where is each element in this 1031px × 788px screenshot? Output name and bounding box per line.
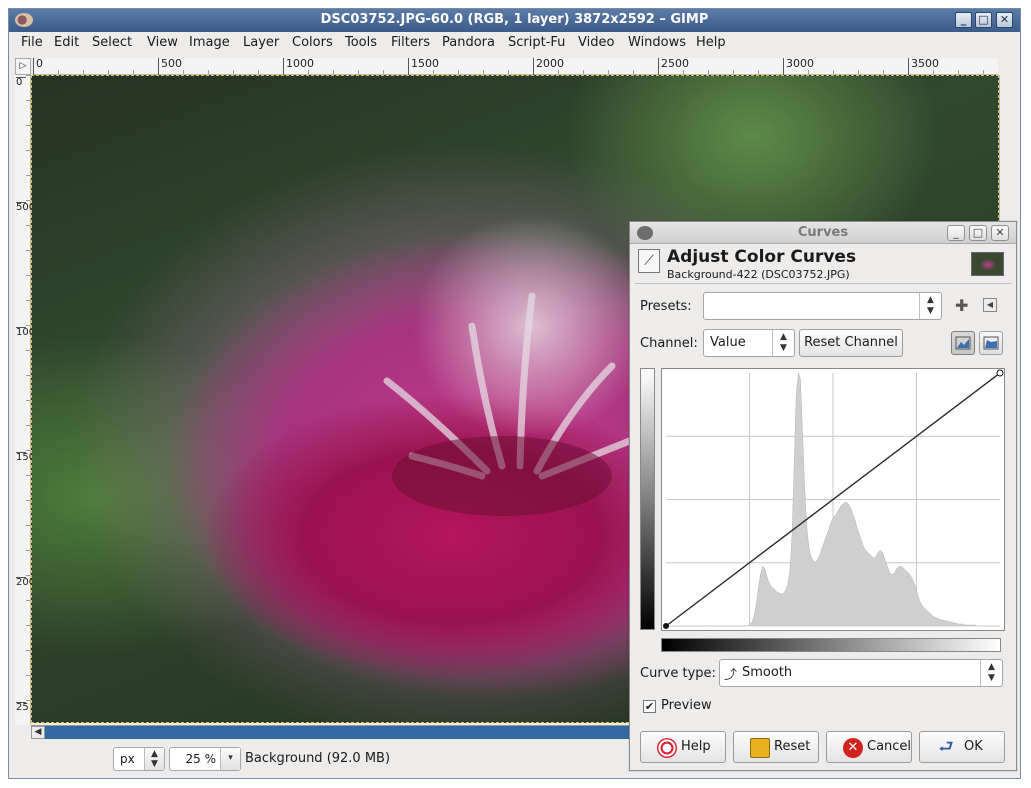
input-gradient-bar: [661, 638, 1001, 652]
menubar: File Edit Select View Image Layer Colors…: [9, 32, 1020, 54]
window-titlebar[interactable]: DSC03752.JPG-60.0 (RGB, 1 layer) 3872x25…: [9, 9, 1020, 32]
ok-icon: ⮐: [938, 737, 954, 757]
horizontal-ruler[interactable]: 0 500 1000 1500 2000 2500 3000 3500: [33, 58, 998, 75]
ruler-label: 1500: [408, 58, 439, 75]
menu-script-fu[interactable]: Script-Fu: [508, 35, 565, 50]
ruler-label: 2000: [533, 58, 564, 75]
dialog-close-button[interactable]: ✕: [991, 225, 1009, 241]
add-preset-icon[interactable]: ✚: [955, 296, 968, 315]
ruler-label: 500: [16, 202, 36, 213]
cancel-button-label: Cancel: [867, 739, 912, 754]
dialog-header-subtitle: Background-422 (DSC03752.JPG): [667, 268, 850, 281]
menu-select[interactable]: Select: [92, 35, 132, 50]
menu-video[interactable]: Video: [578, 35, 614, 50]
curve-type-label: Curve type:: [640, 666, 716, 681]
ruler-label: 3500: [908, 58, 939, 75]
menu-file[interactable]: File: [21, 35, 43, 50]
menu-layer[interactable]: Layer: [243, 35, 279, 50]
ok-button-label: OK: [964, 739, 983, 754]
reset-button[interactable]: Reset: [733, 731, 819, 763]
curve-point-start[interactable]: [663, 623, 669, 629]
ruler-label: 1500: [16, 452, 42, 463]
menu-image[interactable]: Image: [189, 35, 230, 50]
zoom-dropdown-icon[interactable]: ▾: [220, 748, 240, 770]
quick-mask-toggle-icon[interactable]: ▷: [15, 58, 31, 75]
reset-icon: [750, 738, 770, 758]
ruler-label: 0: [33, 58, 43, 75]
curve-type-combo[interactable]: ⤴ Smooth ▲ ▼: [719, 659, 1003, 687]
ruler-label: 1000: [283, 58, 314, 75]
unit-selector[interactable]: px ▲ ▼: [113, 747, 165, 771]
cancel-icon: ✕: [843, 738, 863, 758]
header-separator: [634, 283, 1012, 284]
channel-label: Channel:: [640, 336, 698, 351]
zoom-selector[interactable]: 25 % ▾: [169, 747, 241, 771]
zoom-value: 25 %: [185, 752, 217, 766]
presets-label: Presets:: [640, 299, 692, 314]
preview-checkbox[interactable]: ✔: [643, 700, 656, 713]
cancel-button[interactable]: ✕ Cancel: [826, 731, 912, 763]
ruler-label: 2500: [658, 58, 689, 75]
smooth-curve-icon: ⤴: [724, 668, 738, 683]
window-title: DSC03752.JPG-60.0 (RGB, 1 layer) 3872x25…: [320, 12, 709, 27]
vertical-ruler[interactable]: 0 500 1000 1500 2000 25: [15, 75, 42, 725]
curve-point-end[interactable]: [996, 369, 1004, 377]
scroll-left-icon[interactable]: ◀: [31, 726, 45, 739]
dialog-minimize-button[interactable]: _: [947, 225, 965, 241]
value-gradient-bar: [640, 368, 655, 630]
menu-help[interactable]: Help: [696, 35, 726, 50]
help-button-label: Help: [681, 739, 711, 754]
help-icon: [657, 738, 677, 758]
ruler-label: 25: [16, 702, 29, 713]
dialog-maximize-button[interactable]: □: [969, 225, 987, 241]
menu-edit[interactable]: Edit: [54, 35, 79, 50]
minimize-button[interactable]: _: [955, 12, 972, 28]
channel-combo[interactable]: Value ▲ ▼: [703, 329, 795, 357]
ruler-label: 500: [158, 58, 182, 75]
close-button[interactable]: ✕: [996, 12, 1013, 28]
menu-tools[interactable]: Tools: [345, 35, 377, 50]
menu-pandora[interactable]: Pandora: [442, 35, 495, 50]
curves-graph[interactable]: [661, 368, 1005, 631]
menu-filters[interactable]: Filters: [391, 35, 430, 50]
channel-spinner-icon[interactable]: ▲ ▼: [772, 330, 794, 356]
ruler-label: 2000: [16, 577, 42, 588]
reset-channel-button[interactable]: Reset Channel: [799, 329, 903, 357]
curves-tool-icon: ⟋: [638, 249, 660, 273]
menu-view[interactable]: View: [147, 35, 178, 50]
presets-combo[interactable]: ▲ ▼: [703, 292, 942, 320]
unit-value: px: [120, 752, 135, 766]
preset-menu-icon[interactable]: ◀: [983, 298, 997, 312]
dialog-titlebar[interactable]: Curves _ □ ✕: [630, 222, 1016, 244]
menu-colors[interactable]: Colors: [292, 35, 333, 50]
dialog-header-title: Adjust Color Curves: [667, 247, 857, 267]
presets-spinner-icon[interactable]: ▲ ▼: [919, 293, 941, 319]
ruler-label: 1000: [16, 327, 42, 338]
curve-type-spinner-icon[interactable]: ▲ ▼: [980, 660, 1002, 686]
menu-windows[interactable]: Windows: [628, 35, 686, 50]
channel-value: Value: [710, 335, 746, 350]
unit-spinner-icon[interactable]: ▲ ▼: [144, 748, 164, 770]
image-thumbnail: [971, 252, 1004, 276]
curves-dialog: Curves _ □ ✕ ⟋ Adjust Color Curves Backg…: [629, 221, 1017, 771]
status-info: Background (92.0 MB): [245, 751, 391, 766]
ruler-label: 0: [16, 77, 26, 88]
log-histogram-icon[interactable]: [979, 331, 1003, 355]
curve-type-value: Smooth: [742, 665, 793, 680]
help-button[interactable]: Help: [640, 731, 726, 763]
ok-button[interactable]: ⮐ OK: [919, 731, 1005, 763]
maximize-button[interactable]: □: [975, 12, 992, 28]
linear-histogram-icon[interactable]: [951, 331, 975, 355]
curves-graph-svg[interactable]: [662, 369, 1004, 630]
ruler-label: 3000: [783, 58, 814, 75]
preview-label[interactable]: Preview: [661, 698, 712, 713]
reset-button-label: Reset: [774, 739, 811, 754]
